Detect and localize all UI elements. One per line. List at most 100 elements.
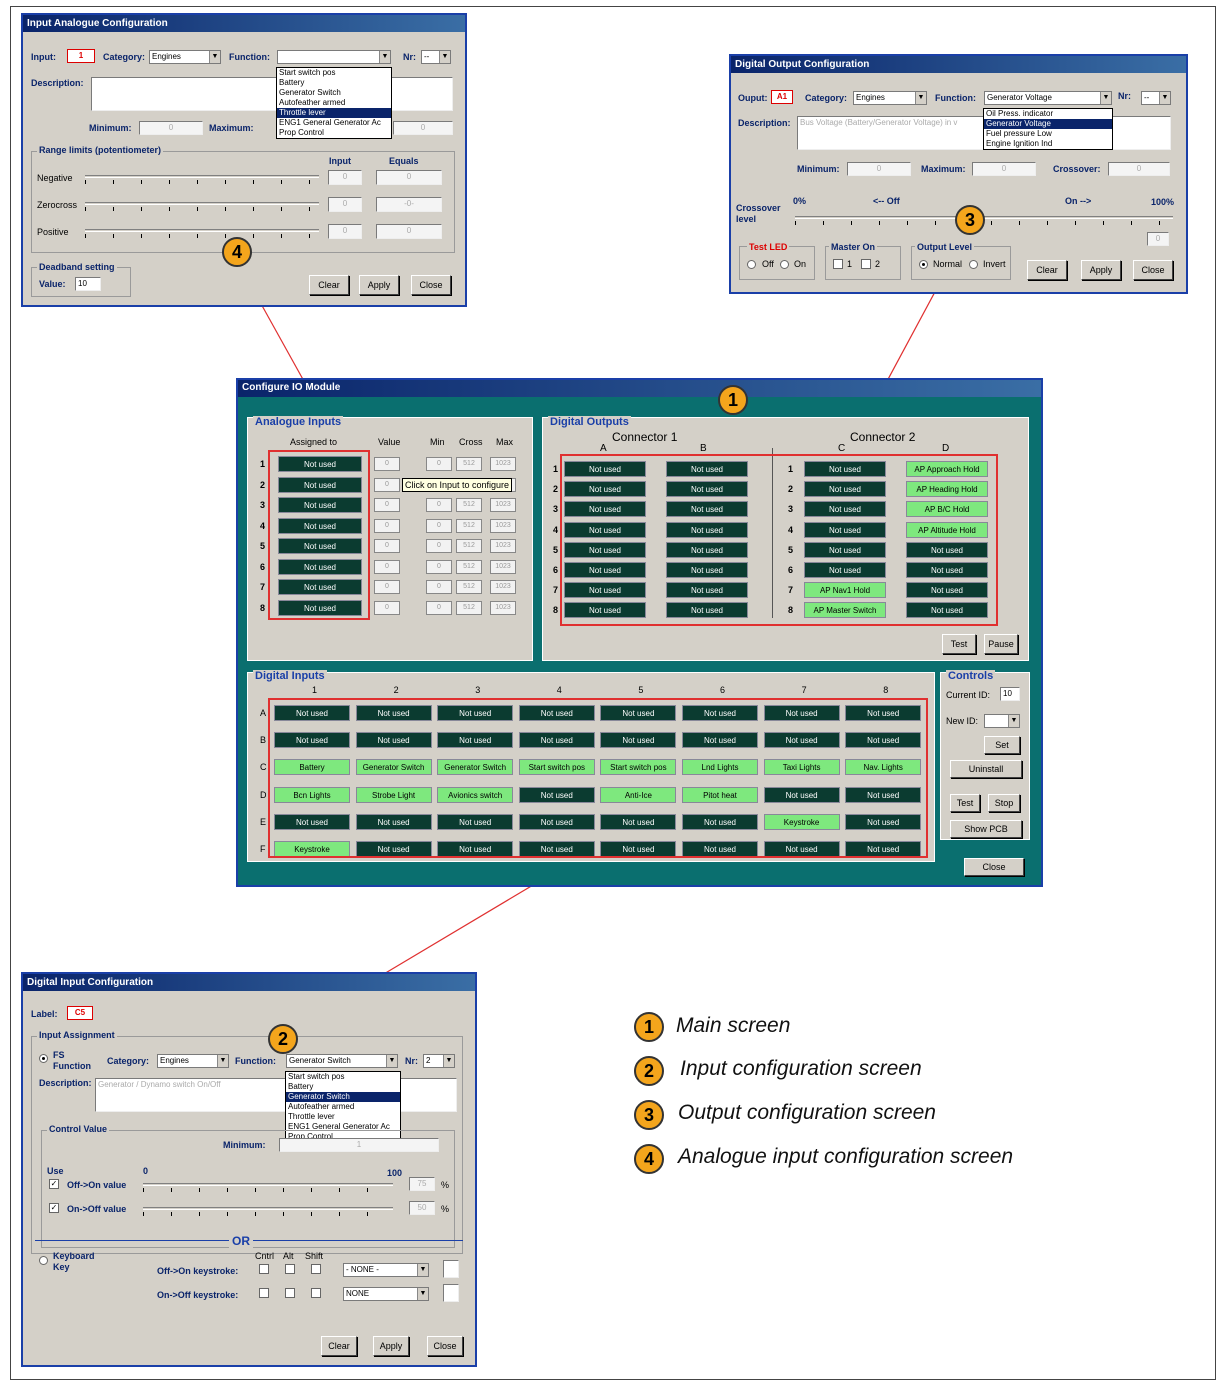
negative-equals[interactable]: 0	[376, 170, 442, 185]
dropdown-option[interactable]: Battery	[286, 1082, 400, 1092]
offon-key-box[interactable]	[443, 1260, 459, 1278]
function-select[interactable]: ▼	[277, 50, 391, 64]
level-field[interactable]: 0	[1147, 232, 1169, 246]
zerocross-input[interactable]: 0	[328, 197, 362, 212]
offon-cntrl-checkbox[interactable]	[259, 1264, 269, 1274]
master-2-checkbox[interactable]	[861, 259, 871, 269]
zerocross-slider[interactable]	[85, 199, 319, 211]
positive-equals[interactable]: 0	[376, 224, 442, 239]
dropdown-option[interactable]: Prop Control	[277, 128, 391, 138]
test-on-radio[interactable]	[780, 260, 789, 269]
close-button[interactable]: Close	[1133, 260, 1173, 280]
dropdown-option[interactable]: Start switch pos	[286, 1072, 400, 1082]
input-field[interactable]: 1	[67, 49, 95, 63]
function-dropdown[interactable]: Start switch pos Battery Generator Switc…	[276, 67, 392, 139]
offon-key-select[interactable]: - NONE - ▼	[343, 1263, 429, 1277]
close-button[interactable]: Close	[411, 275, 451, 295]
master-1-checkbox[interactable]	[833, 259, 843, 269]
dropdown-option-selected[interactable]: Generator Switch	[286, 1092, 400, 1102]
ouput-field[interactable]: A1	[771, 90, 793, 104]
onoff-value[interactable]: 50	[409, 1201, 435, 1215]
dropdown-option[interactable]: Autofeather armed	[286, 1102, 400, 1112]
dropdown-option[interactable]: Generator Switch	[277, 88, 391, 98]
dropdown-option[interactable]: Throttle lever	[286, 1112, 400, 1122]
negative-slider[interactable]	[85, 172, 319, 184]
minimum-field[interactable]: 1	[279, 1138, 439, 1152]
keyboard-key-label: Keyboard Key	[53, 1251, 95, 1272]
main-close-button[interactable]: Close	[964, 858, 1024, 876]
deadband-value[interactable]: 10	[75, 277, 101, 291]
dropdown-option[interactable]: Start switch pos	[277, 68, 391, 78]
minimum-field[interactable]: 0	[847, 162, 911, 176]
dropdown-option[interactable]: Fuel pressure Low	[984, 129, 1112, 139]
clear-button[interactable]: Clear	[1027, 260, 1067, 280]
test-button[interactable]: Test	[942, 634, 976, 654]
test-off-radio[interactable]	[747, 260, 756, 269]
maximum-field[interactable]: 0	[972, 162, 1036, 176]
uninstall-button[interactable]: Uninstall	[950, 760, 1022, 778]
nr-select[interactable]: -- ▼	[1141, 91, 1171, 105]
di-row-label: C	[260, 762, 267, 773]
analogue-min: 0	[426, 559, 452, 574]
dropdown-option-selected[interactable]: Throttle lever	[277, 108, 391, 118]
nr-select[interactable]: 2 ▼	[423, 1054, 455, 1068]
zerocross-equals[interactable]: -0-	[376, 197, 442, 212]
apply-button[interactable]: Apply	[359, 275, 399, 295]
category-select[interactable]: Engines ▼	[149, 50, 221, 64]
current-id-field[interactable]: 10	[1000, 687, 1020, 701]
clear-button[interactable]: Clear	[321, 1336, 357, 1356]
inputs-highlight	[268, 698, 928, 858]
onoff-shift-checkbox[interactable]	[311, 1288, 321, 1298]
onoff-slider[interactable]	[143, 1204, 393, 1216]
analogue-row-number: 8	[260, 602, 266, 613]
apply-button[interactable]: Apply	[373, 1336, 409, 1356]
description-field[interactable]	[91, 77, 453, 111]
onoff-alt-checkbox[interactable]	[285, 1288, 295, 1298]
normal-radio[interactable]	[919, 260, 928, 269]
pause-button[interactable]: Pause	[984, 634, 1018, 654]
dropdown-option[interactable]: ENG1 General Generator Ac	[277, 118, 391, 128]
set-button[interactable]: Set	[984, 736, 1020, 754]
category-select[interactable]: Engines ▼	[853, 91, 927, 105]
dropdown-option[interactable]: Engine Ignition Ind	[984, 139, 1112, 149]
offon-alt-checkbox[interactable]	[285, 1264, 295, 1274]
offon-checkbox[interactable]: ✓	[49, 1179, 59, 1189]
dropdown-option[interactable]: Battery	[277, 78, 391, 88]
apply-button[interactable]: Apply	[1081, 260, 1121, 280]
new-id-select[interactable]: ▼	[984, 714, 1020, 728]
onoff-cntrl-checkbox[interactable]	[259, 1288, 269, 1298]
col-assigned: Assigned to	[290, 437, 338, 447]
fs-function-radio[interactable]	[39, 1054, 48, 1063]
onoff-checkbox[interactable]: ✓	[49, 1203, 59, 1213]
keyboard-radio[interactable]	[39, 1256, 48, 1265]
function-dropdown[interactable]: Oil Press. indicator Generator Voltage F…	[983, 108, 1113, 150]
invert-radio[interactable]	[969, 260, 978, 269]
description-field[interactable]: Generator / Dynamo switch On/Off	[95, 1078, 457, 1112]
maximum-field[interactable]: 0	[393, 121, 453, 135]
clear-button[interactable]: Clear	[309, 275, 349, 295]
offon-value[interactable]: 75	[409, 1177, 435, 1191]
minimum-field[interactable]: 0	[139, 121, 203, 135]
positive-input[interactable]: 0	[328, 224, 362, 239]
offon-slider[interactable]	[143, 1180, 393, 1192]
dropdown-option[interactable]: Oil Press. indicator	[984, 109, 1112, 119]
negative-input[interactable]: 0	[328, 170, 362, 185]
close-button[interactable]: Close	[427, 1336, 463, 1356]
stop-button[interactable]: Stop	[988, 794, 1020, 812]
dropdown-option[interactable]: Autofeather armed	[277, 98, 391, 108]
new-id-label: New ID:	[946, 716, 979, 726]
show-pcb-button[interactable]: Show PCB	[950, 820, 1022, 838]
positive-slider[interactable]	[85, 226, 319, 238]
category-select[interactable]: Engines ▼	[157, 1054, 229, 1068]
onoff-key-select[interactable]: NONE ▼	[343, 1287, 429, 1301]
pct-1: %	[441, 1180, 450, 1190]
crossover-field[interactable]: 0	[1108, 162, 1170, 176]
test-controls-button[interactable]: Test	[950, 794, 980, 812]
label-field[interactable]: C5	[67, 1006, 93, 1020]
onoff-key-box[interactable]	[443, 1284, 459, 1302]
offon-shift-checkbox[interactable]	[311, 1264, 321, 1274]
function-select[interactable]: Generator Voltage ▼	[984, 91, 1112, 105]
nr-select[interactable]: -- ▼	[421, 50, 451, 64]
function-select[interactable]: Generator Switch ▼	[286, 1054, 398, 1068]
dropdown-option-selected[interactable]: Generator Voltage	[984, 119, 1112, 129]
